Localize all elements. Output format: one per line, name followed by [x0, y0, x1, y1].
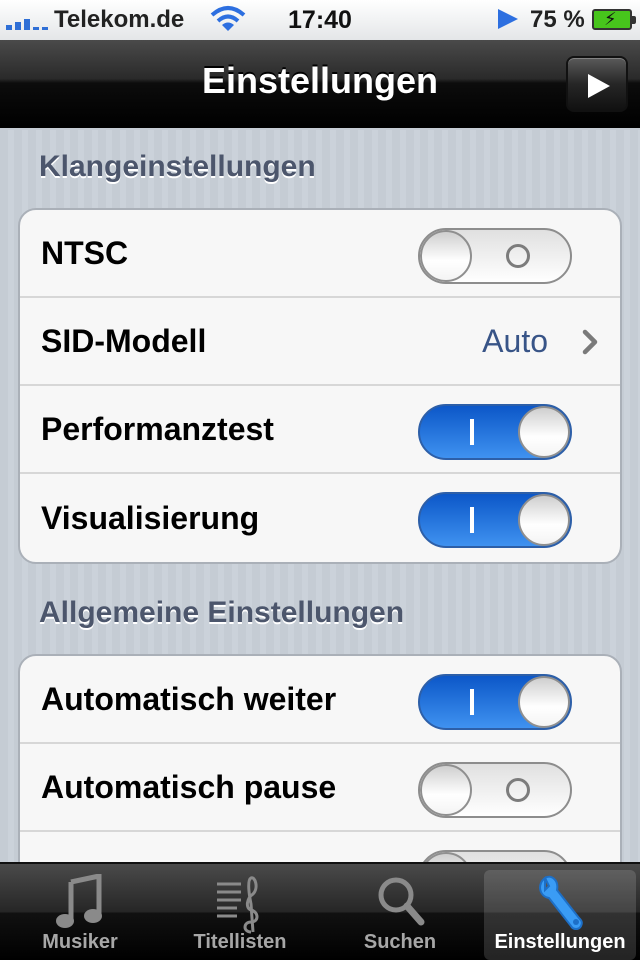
sid-model-value: Auto — [482, 322, 548, 359]
setting-label: SID-Modell — [41, 322, 207, 359]
setting-label: Automatisch weiter — [41, 680, 337, 717]
chevron-right-icon — [582, 329, 598, 355]
tab-suchen[interactable]: Suchen — [324, 870, 476, 960]
section-header-sound: Klangeinstellungen — [39, 150, 316, 183]
setting-row-performance-test: Performanztest — [20, 386, 620, 474]
tab-label: Einstellungen — [494, 931, 626, 953]
now-playing-button[interactable] — [566, 56, 628, 112]
location-arrow-icon — [498, 9, 518, 29]
setting-row-auto-pause: Automatisch pause — [20, 744, 620, 832]
playlist-icon — [217, 876, 259, 934]
setting-row-sid-model[interactable]: SID-Modell Auto — [20, 298, 620, 386]
setting-label: NTSC — [41, 234, 129, 271]
search-icon — [378, 877, 425, 926]
setting-label: Automatisch pause — [41, 768, 337, 805]
play-icon — [588, 74, 610, 98]
setting-row-visualization: Visualisierung — [20, 474, 620, 562]
settings-group-general: Automatisch weiter Automatisch pause — [18, 654, 622, 862]
settings-group-sound: NTSC SID-Modell Auto Performanztest Visu… — [18, 208, 622, 564]
wrench-icon — [539, 875, 583, 930]
ntsc-toggle[interactable] — [418, 228, 572, 284]
performance-test-toggle[interactable] — [418, 404, 572, 460]
navigation-bar: Einstellungen — [0, 40, 640, 128]
visualization-toggle[interactable] — [418, 492, 572, 548]
tab-label: Musiker — [42, 931, 118, 953]
tab-einstellungen[interactable]: Einstellungen — [484, 870, 636, 960]
tab-musiker[interactable]: Musiker — [4, 870, 156, 960]
tab-bar: Musiker Titellisten Suchen Einstellungen — [0, 862, 640, 960]
settings-list[interactable]: Klangeinstellungen NTSC SID-Modell Auto … — [0, 130, 640, 862]
setting-label: Performanztest — [41, 410, 274, 447]
setting-row-ntsc: NTSC — [20, 210, 620, 298]
music-note-icon — [56, 874, 102, 928]
auto-pause-toggle[interactable] — [418, 762, 572, 818]
tab-label: Titellisten — [193, 931, 287, 953]
setting-label: Visualisierung — [41, 499, 260, 536]
section-header-general: Allgemeine Einstellungen — [39, 596, 405, 629]
page-title: Einstellungen — [201, 60, 439, 101]
hidden-setting-toggle[interactable] — [418, 850, 572, 862]
setting-row-auto-next: Automatisch weiter — [20, 656, 620, 744]
status-bar: Telekom.de 17:40 75 % ⚡ — [0, 0, 640, 40]
auto-next-toggle[interactable] — [418, 674, 572, 730]
battery-icon: ⚡ — [592, 9, 636, 30]
tab-label: Suchen — [363, 931, 437, 953]
setting-row-partially-hidden — [20, 832, 620, 862]
tab-titellisten[interactable]: Titellisten — [164, 870, 316, 960]
battery-percentage: 75 % — [530, 6, 585, 33]
